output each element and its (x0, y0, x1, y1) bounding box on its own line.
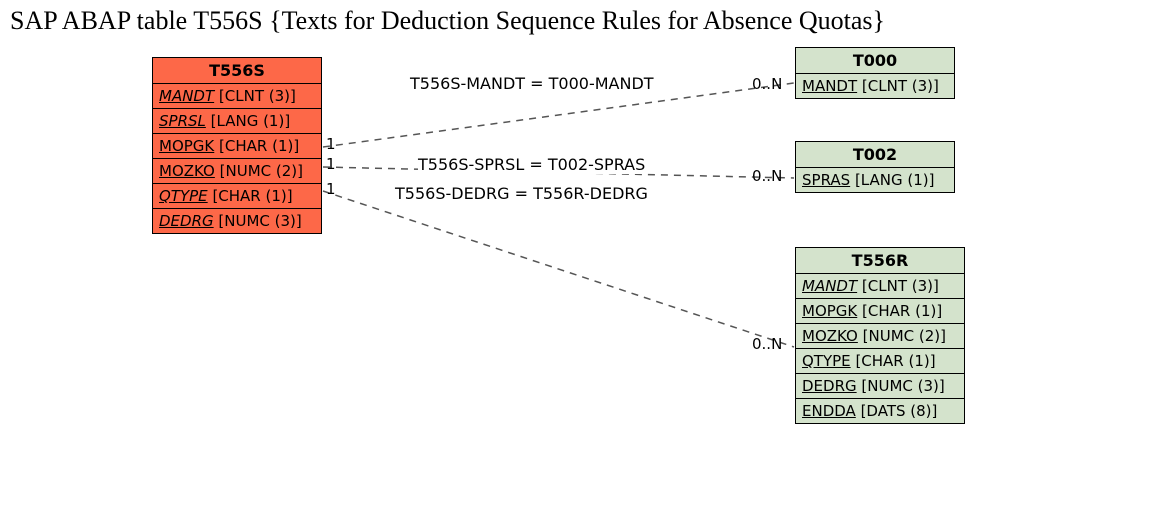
entity-t000-header: T000 (796, 48, 954, 74)
table-row: MOPGK [CHAR (1)] (796, 299, 964, 324)
cardinality-right-1: 0..N (752, 75, 782, 93)
table-row: DEDRG [NUMC (3)] (796, 374, 964, 399)
relation-label-3: T556S-DEDRG = T556R-DEDRG (395, 184, 648, 203)
relation-label-2: T556S-SPRSL = T002-SPRAS (418, 155, 645, 174)
entity-t556s-header: T556S (153, 58, 321, 84)
entity-t000: T000 MANDT [CLNT (3)] (795, 47, 955, 99)
entity-t002-header: T002 (796, 142, 954, 168)
table-row: MOZKO [NUMC (2)] (796, 324, 964, 349)
table-row: SPRSL [LANG (1)] (153, 109, 321, 134)
table-row: QTYPE [CHAR (1)] (153, 184, 321, 209)
cardinality-right-2: 0..N (752, 167, 782, 185)
entity-t556s: T556S MANDT [CLNT (3)] SPRSL [LANG (1)] … (152, 57, 322, 234)
cardinality-left-3: 1 (326, 180, 336, 198)
entity-t002: T002 SPRAS [LANG (1)] (795, 141, 955, 193)
table-row: DEDRG [NUMC (3)] (153, 209, 321, 233)
cardinality-left-1: 1 (326, 135, 336, 153)
page-title: SAP ABAP table T556S {Texts for Deductio… (10, 6, 885, 36)
table-row: SPRAS [LANG (1)] (796, 168, 954, 192)
table-row: MANDT [CLNT (3)] (796, 274, 964, 299)
entity-t556r: T556R MANDT [CLNT (3)] MOPGK [CHAR (1)] … (795, 247, 965, 424)
table-row: MANDT [CLNT (3)] (153, 84, 321, 109)
table-row: MOPGK [CHAR (1)] (153, 134, 321, 159)
table-row: MANDT [CLNT (3)] (796, 74, 954, 98)
table-row: MOZKO [NUMC (2)] (153, 159, 321, 184)
table-row: ENDDA [DATS (8)] (796, 399, 964, 423)
relation-label-1: T556S-MANDT = T000-MANDT (410, 74, 654, 93)
entity-t556r-header: T556R (796, 248, 964, 274)
cardinality-right-3: 0..N (752, 335, 782, 353)
table-row: QTYPE [CHAR (1)] (796, 349, 964, 374)
cardinality-left-2: 1 (326, 155, 336, 173)
